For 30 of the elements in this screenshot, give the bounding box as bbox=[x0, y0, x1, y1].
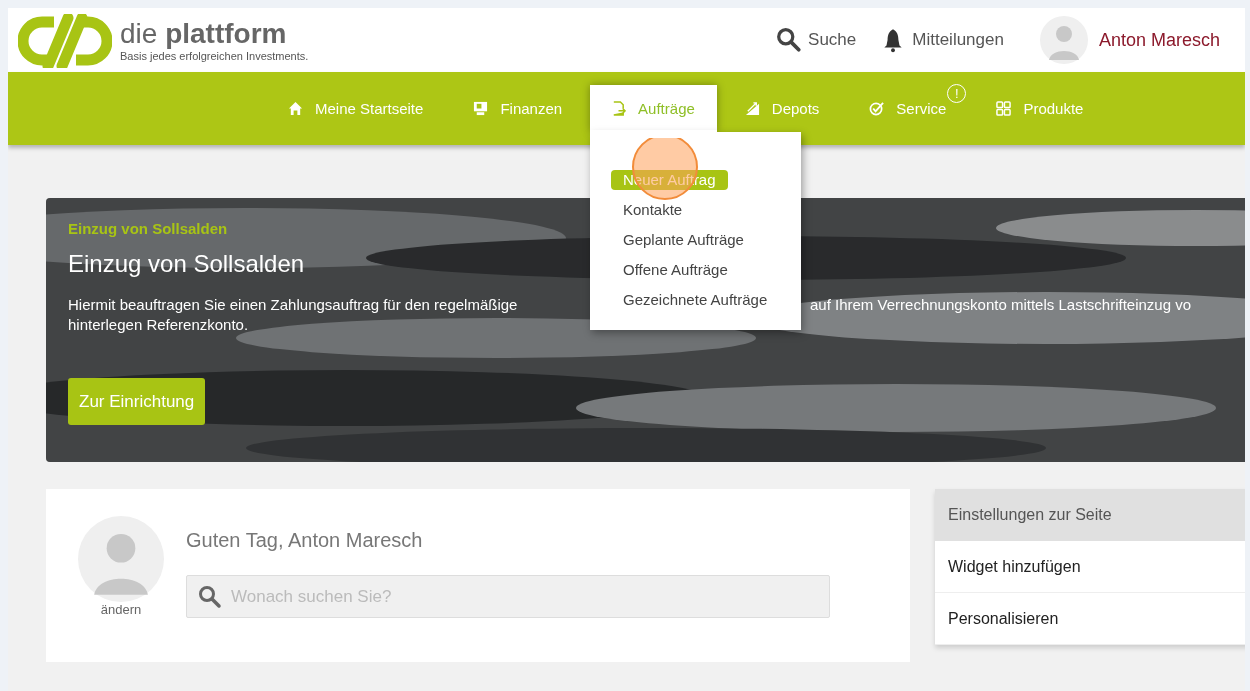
home-icon bbox=[288, 101, 303, 116]
search-icon bbox=[776, 27, 803, 53]
logo-title: die plattform bbox=[120, 20, 288, 48]
menu-item[interactable]: Offene Aufträge bbox=[611, 260, 740, 280]
avatar-icon[interactable] bbox=[1039, 16, 1088, 64]
user-name-link[interactable]: Anton Maresch bbox=[1098, 29, 1220, 51]
greeting-text: Guten Tag, Anton Maresch bbox=[186, 529, 424, 552]
chart-icon bbox=[744, 101, 760, 116]
settings-item[interactable]: Personalisieren bbox=[935, 593, 1245, 645]
monitor-icon bbox=[473, 101, 489, 116]
check-circle-icon bbox=[869, 101, 885, 116]
menu-item[interactable]: Kontakte bbox=[611, 200, 695, 220]
banner-title: Einzug von Sollsalden bbox=[68, 250, 305, 278]
banner-description: auf Ihrem Verrechnungskonto mittels Lastschrifteinzug vo bbox=[810, 295, 1192, 315]
settings-item[interactable]: Widget hinzufügen bbox=[935, 541, 1245, 593]
search-button[interactable]: Suche bbox=[776, 27, 857, 53]
document-icon bbox=[611, 101, 627, 116]
menu-item[interactable]: Gezeichnete Aufträge bbox=[611, 290, 780, 310]
banner-description: hinterlegen Referenzkonto. bbox=[68, 316, 249, 333]
change-avatar-link[interactable]: ändern bbox=[100, 602, 142, 617]
grid-icon bbox=[996, 101, 1012, 116]
logo-tagline: Basis jedes erfolgreichen Investments. bbox=[120, 50, 309, 62]
notifications-button[interactable]: Mitteilungen bbox=[880, 27, 1004, 53]
menu-item[interactable]: Geplante Aufträge bbox=[611, 230, 756, 250]
banner-subtitle: Einzug von Sollsalden bbox=[68, 220, 228, 237]
search-icon bbox=[198, 585, 222, 609]
banner-description: Hiermit beauftragen Sie einen Zahlungsauftrag für den regelmäßige bbox=[68, 295, 518, 315]
avatar-icon[interactable] bbox=[78, 516, 164, 602]
settings-header: Einstellungen zur Seite bbox=[935, 489, 1245, 541]
logo-icon bbox=[18, 14, 112, 68]
